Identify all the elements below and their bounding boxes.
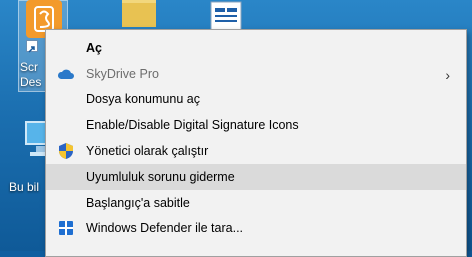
menu-item-open-file-location[interactable]: Dosya konumunu aç: [46, 87, 466, 113]
blank-icon: [46, 192, 86, 214]
menu-item-skydrive-pro[interactable]: SkyDrive Pro ›: [46, 61, 466, 87]
menu-item-windows-defender-scan[interactable]: Windows Defender ile tara...: [46, 216, 466, 242]
blank-icon: [46, 88, 86, 110]
menu-item-pin-to-start[interactable]: Başlangıç'a sabitle: [46, 190, 466, 216]
menu-item-label: Aç: [86, 40, 102, 55]
menu-item-troubleshoot-compatibility[interactable]: Uyumluluk sorunu giderme: [46, 163, 466, 190]
desktop-icon-label: Scr: [20, 60, 38, 74]
menu-item-run-as-admin[interactable]: Yönetici olarak çalıştır: [46, 138, 466, 164]
menu-item-label: Başlangıç'a sabitle: [86, 195, 190, 210]
chevron-right-icon: ›: [445, 66, 450, 83]
context-menu: Aç SkyDrive Pro › Dosya konumunu aç Enab…: [45, 29, 467, 257]
menu-item-label: Dosya konumunu aç: [86, 92, 200, 107]
menu-item-label: Uyumluluk sorunu giderme: [86, 169, 235, 184]
menu-item-label: Enable/Disable Digital Signature Icons: [86, 118, 299, 133]
menu-item-label: Windows Defender ile tara...: [86, 221, 244, 236]
blank-icon: [46, 114, 86, 136]
menu-item-digital-signature[interactable]: Enable/Disable Digital Signature Icons: [46, 112, 466, 138]
desktop-icon-label: Bu bil: [9, 180, 40, 194]
cloud-icon: [46, 63, 86, 85]
defender-icon: [46, 217, 86, 239]
menu-item-label: SkyDrive Pro: [86, 66, 159, 81]
menu-item-label: Yönetici olarak çalıştır: [86, 144, 209, 159]
desktop-icon-label: Des: [20, 75, 42, 89]
menu-item-open[interactable]: Aç: [46, 35, 466, 61]
shield-icon: [46, 140, 86, 162]
document-icon[interactable]: [205, 0, 249, 31]
folder-icon[interactable]: [122, 0, 156, 27]
blank-icon: [46, 166, 86, 188]
shortcut-arrow-icon: [26, 40, 38, 53]
blank-icon: [46, 37, 86, 59]
